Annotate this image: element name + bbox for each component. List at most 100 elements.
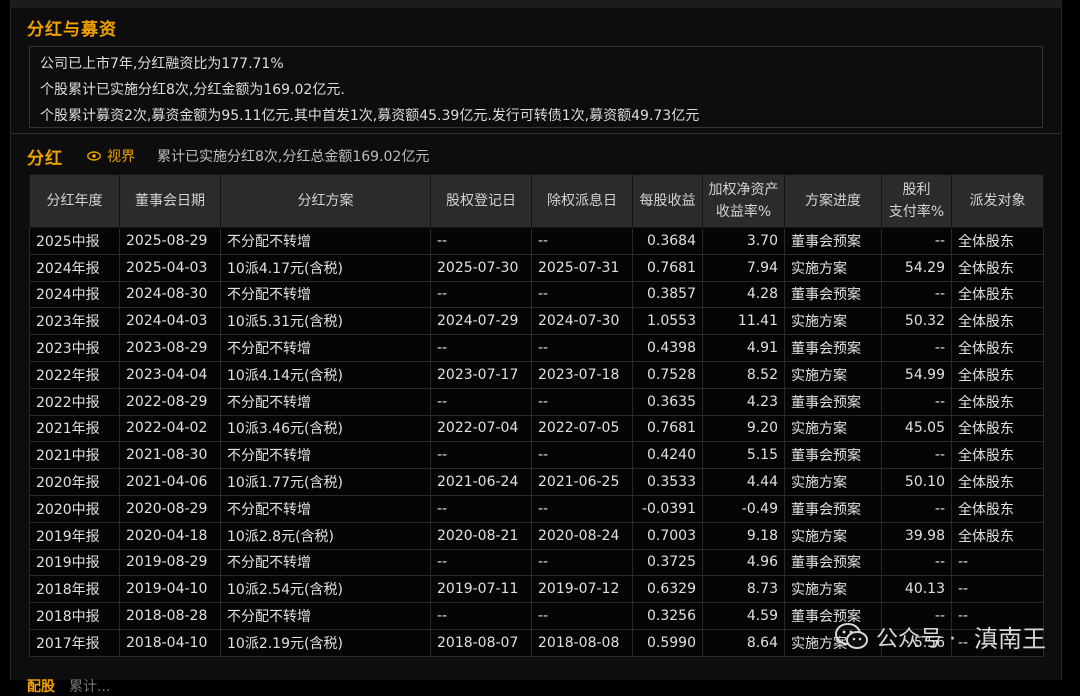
- table-cell: --: [531, 441, 633, 470]
- table-row[interactable]: 2025中报 2025-08-29 不分配不转增 -- -- 0.3684 3.70 董事会预…: [29, 227, 1044, 255]
- table-cell: 全体股东: [951, 334, 1044, 362]
- table-cell: 10派4.14元(含税): [220, 360, 431, 389]
- table-cell: 0.7681: [632, 414, 703, 443]
- table-cell: --: [531, 494, 633, 523]
- watermark-account-label: 公众号 ·: [876, 626, 956, 652]
- table-cell: 2021-04-06: [119, 468, 221, 496]
- table-cell: 全体股东: [951, 360, 1044, 389]
- table-cell: --: [430, 494, 532, 523]
- table-cell: --: [881, 280, 952, 309]
- table-cell: 2022-07-04: [430, 414, 532, 443]
- table-cell: 实施方案: [784, 521, 882, 550]
- table-cell: 2024-08-30: [119, 280, 221, 309]
- view-link[interactable]: 视界: [87, 146, 135, 166]
- summary-line-1: 公司已上市7年,分红融资比为177.71%: [40, 56, 284, 72]
- table-row[interactable]: 2024中报 2024-08-30 不分配不转增 -- -- 0.3857 4.28 董事会预…: [29, 280, 1044, 309]
- column-header-text: 除权派息日: [547, 193, 617, 209]
- table-cell: 2024-07-30: [531, 307, 633, 336]
- table-cell: 0.7003: [632, 521, 703, 550]
- table-cell: 40.13: [881, 575, 952, 604]
- table-cell: 50.32: [881, 307, 952, 336]
- table-cell: 2020中报: [29, 494, 120, 523]
- table-cell: 全体股东: [951, 387, 1044, 416]
- table-cell: 0.3725: [632, 548, 703, 577]
- table-cell: --: [430, 548, 532, 577]
- table-cell: 9.20: [702, 414, 785, 443]
- column-header: 分红年度: [29, 174, 120, 228]
- table-cell: 全体股东: [951, 414, 1044, 443]
- table-row[interactable]: 2023年报 2024-04-03 10派5.31元(含税) 2024-07-29 20…: [29, 307, 1044, 336]
- table-cell: 实施方案: [784, 414, 882, 443]
- table-cell: -0.49: [702, 494, 785, 523]
- table-row[interactable]: 2019年报 2020-04-18 10派2.8元(含税) 2020-08-21 202…: [29, 521, 1044, 550]
- section-divider: [11, 133, 1061, 134]
- table-cell: 8.52: [702, 360, 785, 389]
- table-row[interactable]: 2020中报 2020-08-29 不分配不转增 -- -- -0.0391 -0.49 董事…: [29, 494, 1044, 523]
- table-row[interactable]: 2019中报 2019-08-29 不分配不转增 -- -- 0.3725 4.96 董事会预…: [29, 548, 1044, 577]
- table-cell: 不分配不转增: [220, 441, 431, 470]
- column-header-text: 股利: [902, 182, 931, 198]
- table-cell: 50.10: [881, 468, 952, 496]
- table-cell: 实施方案: [784, 253, 882, 282]
- column-header: 派发对象: [951, 174, 1044, 228]
- table-cell: 2021-08-30: [119, 441, 221, 470]
- next-section-title: 配股: [27, 679, 55, 695]
- column-header: 方案进度: [784, 174, 882, 228]
- table-cell: --: [430, 602, 532, 630]
- table-cell: 2022中报: [29, 387, 120, 416]
- table-cell: 2021年报: [29, 414, 120, 443]
- dividend-title: 分红: [27, 148, 63, 169]
- table-cell: --: [531, 334, 633, 362]
- table-cell: --: [881, 548, 952, 577]
- table-cell: 2021-06-25: [531, 468, 633, 496]
- column-header-text: 派发对象: [969, 193, 1026, 209]
- table-cell: 2019-07-11: [430, 575, 532, 604]
- table-cell: 2019-08-29: [119, 548, 221, 577]
- table-row[interactable]: 2024年报 2025-04-03 10派4.17元(含税) 2025-07-30 20…: [29, 253, 1044, 282]
- table-row[interactable]: 2023中报 2023-08-29 不分配不转增 -- -- 0.4398 4.91 董事会预…: [29, 334, 1044, 362]
- table-cell: 11.41: [702, 307, 785, 336]
- table-row[interactable]: 2021年报 2022-04-02 10派3.46元(含税) 2022-07-04 20…: [29, 414, 1044, 443]
- table-cell: 4.23: [702, 387, 785, 416]
- table-cell: 2024-04-03: [119, 307, 221, 336]
- column-header: 股利 支付率%: [881, 174, 952, 228]
- eye-icon: [87, 151, 101, 161]
- column-header-text: 每股收益: [639, 193, 696, 209]
- table-cell: --: [430, 387, 532, 416]
- table-cell: 2019年报: [29, 521, 120, 550]
- column-header: 加权净资产 收益率%: [702, 174, 785, 228]
- table-cell: --: [881, 227, 952, 255]
- column-header-text: 方案进度: [805, 193, 861, 209]
- column-header-text: 董事会日期: [135, 193, 205, 209]
- table-row[interactable]: 2021中报 2021-08-30 不分配不转增 -- -- 0.4240 5.15 董事会预…: [29, 441, 1044, 470]
- table-cell: 10派1.77元(含税): [220, 468, 431, 496]
- table-cell: -0.0391: [632, 494, 703, 523]
- table-cell: 不分配不转增: [220, 494, 431, 523]
- table-cell: 全体股东: [951, 468, 1044, 496]
- dividend-summary: 累计已实施分红8次,分红总金额169.02亿元: [157, 149, 430, 165]
- table-row[interactable]: 2022中报 2022-08-29 不分配不转增 -- -- 0.3635 4.23 董事会预…: [29, 387, 1044, 416]
- table-row[interactable]: 2020年报 2021-04-06 10派1.77元(含税) 2021-06-24 20…: [29, 468, 1044, 496]
- column-header: 股权登记日: [430, 174, 532, 228]
- table-body: 2025中报 2025-08-29 不分配不转增 -- -- 0.3684 3.70 董事会预…: [29, 227, 1044, 657]
- table-cell: 不分配不转增: [220, 334, 431, 362]
- table-cell: 2024-07-29: [430, 307, 532, 336]
- wechat-watermark: 公众号 · 滇南王: [834, 619, 1046, 654]
- wechat-icon: [835, 622, 868, 649]
- dividend-header: 分红 视界 累计已实施分红8次,分红总金额169.02亿元: [27, 145, 430, 169]
- table-row[interactable]: 2022年报 2023-04-04 10派4.14元(含税) 2023-07-17 20…: [29, 360, 1044, 389]
- table-cell: 全体股东: [951, 227, 1044, 255]
- table-cell: 0.6329: [632, 575, 703, 604]
- next-section-text: 累计...: [69, 679, 111, 695]
- table-cell: 全体股东: [951, 280, 1044, 309]
- table-cell: 0.7681: [632, 253, 703, 282]
- column-header: 除权派息日: [531, 174, 633, 228]
- table-cell: 54.29: [881, 253, 952, 282]
- table-cell: 10派2.54元(含税): [220, 575, 431, 604]
- table-cell: 2020-08-24: [531, 521, 633, 550]
- table-cell: 2025-07-31: [531, 253, 633, 282]
- table-cell: 不分配不转增: [220, 548, 431, 577]
- table-cell: 4.91: [702, 334, 785, 362]
- table-cell: 2019-04-10: [119, 575, 221, 604]
- table-row[interactable]: 2018年报 2019-04-10 10派2.54元(含税) 2019-07-11 20…: [29, 575, 1044, 604]
